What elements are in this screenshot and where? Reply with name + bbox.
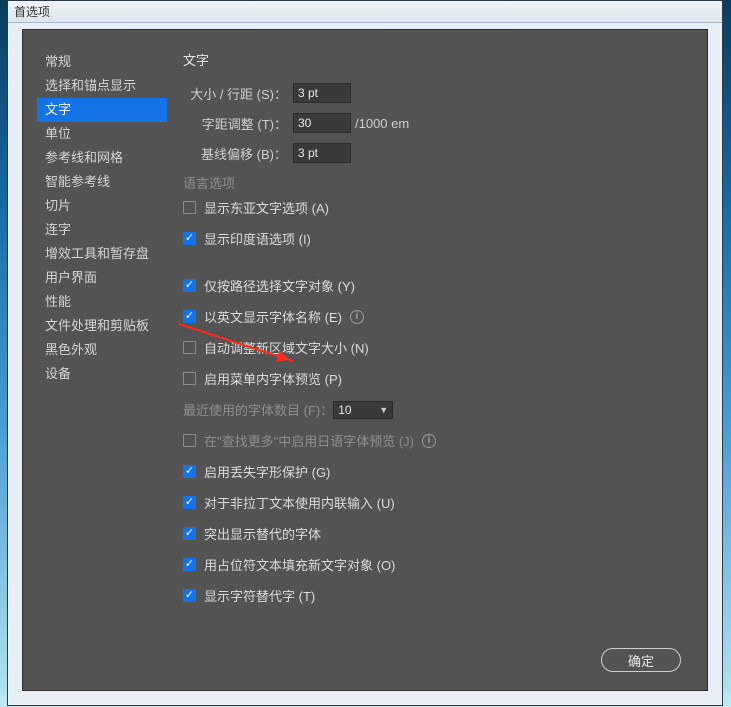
label-highlight-sub: 突出显示替代的字体 [204, 524, 321, 543]
ok-button[interactable]: 确定 [601, 648, 681, 672]
checkbox-highlight-sub[interactable] [183, 527, 196, 540]
section-title: 文字 [183, 50, 687, 69]
window-title: 首选项 [14, 5, 50, 19]
baseline-input[interactable]: 3 pt [293, 143, 351, 163]
lang-section-title: 语言选项 [183, 173, 687, 192]
recent-fonts-label: 最近使用的字体数目 (F)： [183, 400, 333, 419]
checkbox-english-font[interactable] [183, 310, 196, 323]
preferences-window: 首选项 常规 选择和锚点显示 文字 单位 参考线和网格 智能参考线 切片 连字 … [7, 0, 723, 706]
checkbox-east-asian[interactable] [183, 201, 196, 214]
checkbox-auto-resize[interactable] [183, 341, 196, 354]
sidebar-item-general[interactable]: 常规 [37, 50, 167, 74]
checkbox-placeholder[interactable] [183, 558, 196, 571]
sidebar-item-performance[interactable]: 性能 [37, 290, 167, 314]
recent-fonts-value: 10 [338, 403, 351, 417]
sidebar-item-black[interactable]: 黑色外观 [37, 338, 167, 362]
sidebar-item-units[interactable]: 单位 [37, 122, 167, 146]
baseline-label: 基线偏移 (B)： [183, 144, 293, 163]
checkbox-show-alt[interactable] [183, 589, 196, 602]
checkbox-menu-preview[interactable] [183, 372, 196, 385]
dialog-body: 常规 选择和锚点显示 文字 单位 参考线和网格 智能参考线 切片 连字 增效工具… [22, 29, 708, 691]
sidebar-item-file-clipboard[interactable]: 文件处理和剪贴板 [37, 314, 167, 338]
label-menu-preview: 启用菜单内字体预览 (P) [204, 369, 342, 388]
sidebar-item-selection[interactable]: 选择和锚点显示 [37, 74, 167, 98]
chevron-down-icon: ▼ [379, 405, 388, 415]
label-glyph-protect: 启用丢失字形保护 (G) [204, 462, 330, 481]
checkbox-indic[interactable] [183, 232, 196, 245]
label-english-font: 以英文显示字体名称 (E) [204, 307, 342, 326]
label-auto-resize: 自动调整新区域文字大小 (N) [204, 338, 369, 357]
checkbox-glyph-protect[interactable] [183, 465, 196, 478]
tracking-label: 字距调整 (T)： [183, 114, 293, 133]
sidebar-item-plugins[interactable]: 增效工具和暂存盘 [37, 242, 167, 266]
sidebar-item-devices[interactable]: 设备 [37, 362, 167, 386]
label-indic: 显示印度语选项 (I) [204, 229, 311, 248]
label-jp-preview: 在"查找更多"中启用日语字体预览 (J) [204, 431, 414, 450]
sidebar-item-smart-guides[interactable]: 智能参考线 [37, 170, 167, 194]
sidebar-item-hyphenation[interactable]: 连字 [37, 218, 167, 242]
content-pane: 文字 大小 / 行距 (S)： 3 pt 字距调整 (T)： 30 /1000 … [183, 50, 687, 617]
sidebar-item-slices[interactable]: 切片 [37, 194, 167, 218]
size-input[interactable]: 3 pt [293, 83, 351, 103]
sidebar-item-ui[interactable]: 用户界面 [37, 266, 167, 290]
info-icon[interactable]: i [350, 310, 364, 324]
label-placeholder: 用占位符文本填充新文字对象 (O) [204, 555, 395, 574]
recent-fonts-select[interactable]: 10 ▼ [333, 401, 393, 419]
size-label: 大小 / 行距 (S)： [183, 84, 293, 103]
label-inline-input: 对于非拉丁文本使用内联输入 (U) [204, 493, 395, 512]
label-show-alt: 显示字符替代字 (T) [204, 586, 315, 605]
sidebar: 常规 选择和锚点显示 文字 单位 参考线和网格 智能参考线 切片 连字 增效工具… [37, 50, 167, 386]
info-icon[interactable]: i [422, 434, 436, 448]
sidebar-item-guides[interactable]: 参考线和网格 [37, 146, 167, 170]
label-east-asian: 显示东亚文字选项 (A) [204, 198, 329, 217]
label-path-select: 仅按路径选择文字对象 (Y) [204, 276, 355, 295]
titlebar: 首选项 [8, 1, 722, 23]
checkbox-path-select[interactable] [183, 279, 196, 292]
tracking-input[interactable]: 30 [293, 113, 351, 133]
checkbox-inline-input[interactable] [183, 496, 196, 509]
sidebar-item-type[interactable]: 文字 [37, 98, 167, 122]
tracking-unit: /1000 em [355, 116, 409, 131]
checkbox-jp-preview[interactable] [183, 434, 196, 447]
